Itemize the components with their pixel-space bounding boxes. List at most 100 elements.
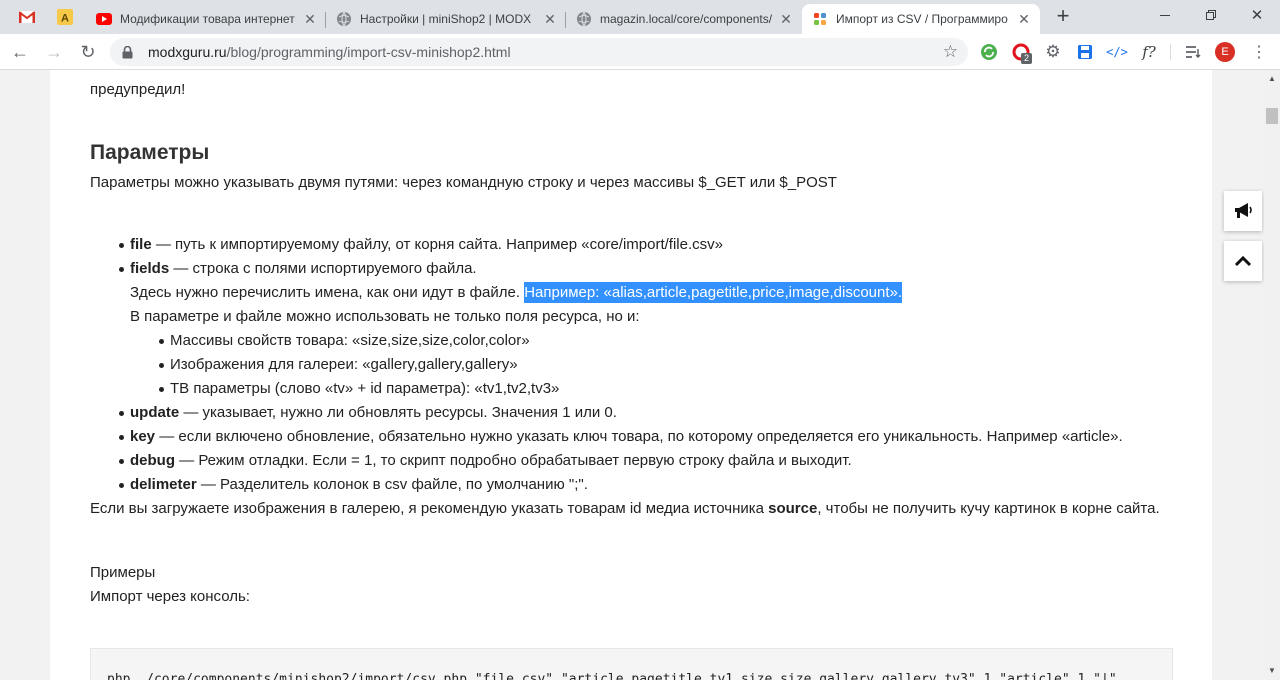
back-button[interactable]: ← [8,40,32,64]
reload-icon: ↻ [80,41,96,62]
sub-list-item: ТВ параметры (слово «tv» + id параметра)… [170,380,560,397]
restore-icon [1206,10,1216,20]
param-fields: fields — строка с полями испортируемого … [130,257,477,281]
param-file: file — путь к импортируемому файлу, от к… [130,233,723,257]
param-desc: — Разделитель колонок в csv файле, по ум… [196,476,588,493]
param-term: delimeter [130,476,197,493]
page-scrollbar[interactable]: ▲ ▼ [1264,70,1280,680]
param-delimeter: delimeter — Разделитель колонок в csv фа… [130,473,588,497]
fields-line: Здесь нужно перечислить имена, как они и… [130,284,525,301]
extension-gear-icon[interactable]: ⚙ [1042,41,1064,63]
close-icon[interactable]: ✕ [1016,11,1032,27]
extension-save-icon[interactable] [1074,41,1096,63]
scroll-down-arrow-icon[interactable]: ▼ [1268,666,1276,675]
param-update: update — указывает, нужно ли обновлять р… [130,401,617,425]
fields-explanation: Здесь нужно перечислить имена, как они и… [130,281,903,305]
tab-strip: A Модификации товара интернет ✕ Настройк… [0,0,1280,34]
sub-list-item: Изображения для галереи: «gallery,galler… [170,356,518,373]
fields-note: В параметре и файле можно использовать н… [130,308,640,325]
close-icon: ✕ [1250,7,1264,24]
extension-sync-icon[interactable] [978,41,1000,63]
list-bullet [119,243,124,248]
param-term: key [130,428,156,445]
console-import-label: Импорт через консоль: [90,588,250,605]
announcement-button[interactable] [1224,191,1262,231]
param-debug: debug — Режим отладки. Если = 1, то скри… [130,449,852,473]
gallery-note-bold: source [768,500,818,517]
yandex-icon: A [57,9,73,25]
profile-avatar[interactable]: E [1214,41,1236,63]
param-term: update [130,404,180,421]
param-term: debug [130,452,175,469]
scroll-up-arrow-icon[interactable]: ▲ [1268,74,1276,83]
close-icon[interactable]: ✕ [542,11,558,27]
pinned-tab-yandex[interactable]: A [48,5,82,29]
address-host: modxguru.ru [148,44,227,60]
list-bullet [119,459,124,464]
tab-title: Модификации товара интернет [120,12,295,26]
forward-button[interactable]: → [42,40,66,64]
arrow-left-icon: ← [11,41,29,62]
list-bullet [119,411,124,416]
globe-icon [576,11,592,27]
page-viewport: предупредил! Параметры Параметры можно у… [0,70,1264,680]
param-key: key — если включено обновление, обязател… [130,425,1123,449]
intro-paragraph: Параметры можно указывать двумя путями: … [90,174,837,191]
joomla-icon [812,11,828,27]
restore-button[interactable] [1188,0,1234,30]
text-selection[interactable]: Например: «alias,article,pagetitle,price… [524,282,903,303]
extension-code-icon[interactable]: </> [1106,41,1128,63]
close-icon[interactable]: ✕ [778,11,794,27]
tab-minishop-settings[interactable]: Настройки | miniShop2 | MODX ✕ [326,4,566,34]
svg-text:A: A [61,13,69,25]
avatar: E [1215,42,1235,62]
param-desc: — Режим отладки. Если = 1, то скрипт под… [175,452,852,469]
gallery-note-text: , чтобы не получить кучу картинок в корн… [817,500,1160,517]
scrollbar-thumb[interactable] [1266,108,1278,124]
reload-button[interactable]: ↻ [76,40,100,64]
section-heading: Параметры [90,141,210,164]
bookmark-star-icon[interactable]: ☆ [943,42,958,62]
browser-toolbar: ← → ↻ modxguru.ru/blog/programming/impor… [0,34,1280,70]
tab-title: magazin.local/core/components/ [600,12,772,26]
tab-magazin-local[interactable]: magazin.local/core/components/ ✕ [566,4,802,34]
paragraph-fragment: предупредил! [90,81,186,98]
article-body: предупредил! Параметры Параметры можно у… [50,70,1212,680]
minimize-button[interactable] [1142,0,1188,30]
minimize-icon [1160,14,1170,16]
new-tab-button[interactable]: + [1052,3,1074,28]
close-icon[interactable]: ✕ [302,11,318,27]
tab-title: Настройки | miniShop2 | MODX [360,12,532,26]
param-desc: — путь к импортируемому файлу, от корня … [151,236,723,253]
gallery-note: Если вы загружаете изображения в галерею… [90,497,1160,521]
chevron-up-icon [1234,255,1252,267]
tab-import-csv-active[interactable]: Импорт из CSV / Программиро ✕ [802,4,1040,34]
list-bullet [119,483,124,488]
reading-list-icon[interactable] [1182,41,1204,63]
menu-kebab-icon[interactable]: ⋮ [1248,41,1270,63]
globe-icon [336,11,352,27]
extension-badge: 2 [1021,53,1033,64]
list-bullet [159,387,164,392]
code-line: php ./core/components/minishop2/import/c… [107,672,1117,680]
gallery-note-text: Если вы загружаете изображения в галерею… [90,500,769,517]
extension-opera-icon[interactable]: 2 [1010,41,1033,64]
sub-list-item: Массивы свойств товара: «size,size,size,… [170,332,530,349]
param-term: fields [130,260,170,277]
param-desc: — указывает, нужно ли обновлять ресурсы.… [179,404,617,421]
list-bullet [119,435,124,440]
scroll-to-top-button[interactable] [1224,241,1262,281]
tab-youtube[interactable]: Модификации товара интернет ✕ [86,4,326,34]
pinned-tab-gmail[interactable] [10,5,44,29]
extension-formula-icon[interactable]: f? [1138,41,1160,63]
address-bar[interactable]: modxguru.ru/blog/programming/import-csv-… [110,38,968,66]
param-desc: — если включено обновление, обязательно … [155,428,1123,445]
gmail-icon [19,11,35,23]
close-window-button[interactable]: ✕ [1234,0,1280,30]
list-bullet [159,363,164,368]
code-block: php ./core/components/minishop2/import/c… [90,648,1173,680]
arrow-right-icon: → [45,41,63,62]
list-bullet [159,339,164,344]
extension-formula-label: f? [1142,43,1156,61]
lock-icon [122,45,136,59]
